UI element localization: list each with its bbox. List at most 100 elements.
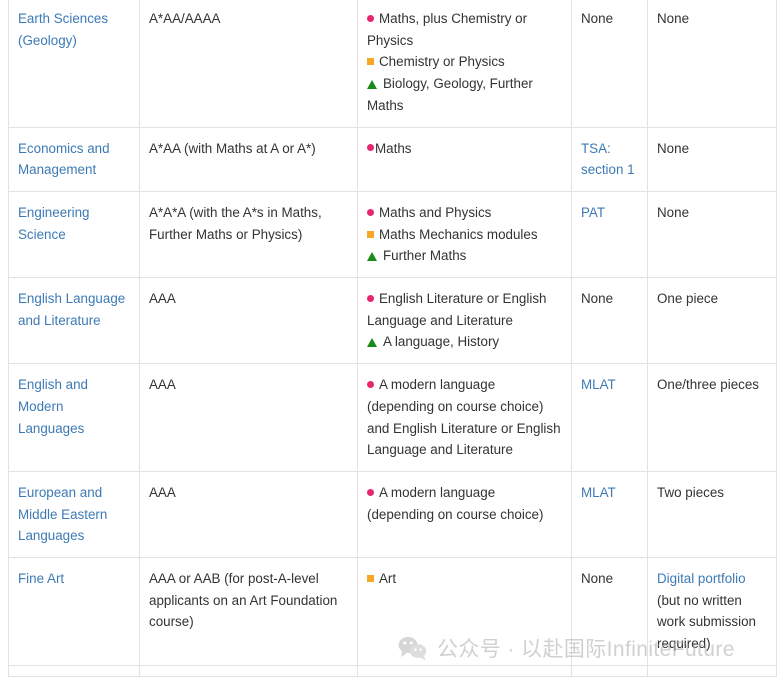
marker-triangle-icon: [367, 80, 377, 90]
subject-requirement-label: Biology, Geology, Further Maths: [367, 76, 533, 113]
cell-written-work: Two pieces: [647, 470, 777, 559]
subject-requirement-label: A modern language (depending on course c…: [367, 484, 544, 522]
cell-written-work: One/three pieces: [647, 363, 777, 472]
subject-requirement-line: A modern language (depending on course c…: [367, 482, 561, 525]
course-link[interactable]: English Language and Literature: [18, 291, 125, 328]
cell-subject-requirements: Maths: [357, 126, 572, 192]
subject-requirement-label: Further Maths: [383, 248, 467, 264]
cell-written-work: One piece: [647, 277, 777, 365]
table-row: English and Modern Languages AAA A modern …: [8, 363, 777, 472]
subject-requirement-line: English Literature or English Language a…: [367, 288, 561, 331]
subject-requirement-line: Maths: [367, 138, 561, 160]
subject-requirement-line: Maths, plus Chemistry or Physics: [367, 8, 561, 51]
course-link[interactable]: Economics and Management: [18, 141, 110, 178]
cell-admissions-test: MLAT: [571, 363, 648, 472]
marker-triangle-icon: [367, 338, 377, 348]
written-work-note: (but no written work submission required…: [657, 592, 756, 652]
cell-subject: [357, 664, 572, 677]
cell-written-work: None: [647, 0, 777, 128]
cell-grades: AAA: [139, 277, 358, 365]
subject-requirement-line: Art: [367, 568, 561, 590]
cell-course: Engineering Science: [8, 190, 140, 279]
course-link[interactable]: Earth Sciences (Geology): [18, 11, 108, 48]
cell-grades: A*AA/AAAA: [139, 0, 358, 128]
table-row-partial-bottom: [8, 664, 777, 677]
cell-course: English Language and Literature: [8, 277, 140, 365]
admissions-test-value: None: [581, 11, 614, 26]
subject-requirement-label: A modern language (depending on course c…: [367, 377, 561, 458]
subject-requirement-line: Maths Mechanics modules: [367, 224, 561, 246]
table-row: Economics and Management A*AA (with Maths…: [8, 126, 777, 192]
subject-requirement-label: Art: [379, 571, 397, 587]
cell-subject-requirements: A modern language (depending on course c…: [357, 470, 572, 559]
cell-grades: AAA: [139, 470, 358, 559]
cell-admissions-test: None: [571, 277, 648, 365]
table-row: English Language and Literature AAA Englis…: [8, 277, 777, 365]
subject-requirement-line: Chemistry or Physics: [367, 51, 561, 73]
written-work-link[interactable]: Digital portfolio: [657, 571, 746, 586]
table-body: Earth Sciences (Geology) A*AA/AAAA Maths, …: [8, 0, 777, 677]
cell-subject-requirements: Art: [357, 557, 572, 666]
cell-admissions-test: TSA: section 1: [571, 126, 648, 192]
written-work-value: Two pieces: [657, 484, 724, 500]
course-link[interactable]: English and Modern Languages: [18, 377, 88, 435]
subject-requirement-label: Chemistry or Physics: [379, 54, 505, 70]
admissions-test-link[interactable]: TSA: section 1: [581, 141, 635, 178]
cell-grades: AAA: [139, 363, 358, 472]
subject-requirement-label: Maths and Physics: [379, 204, 492, 220]
subject-requirement-line: A language, History: [367, 331, 561, 353]
table-row: Fine Art AAA or AAB (for post-A-level app…: [8, 557, 777, 666]
written-work-value: One piece: [657, 291, 719, 307]
page-root: Earth Sciences (Geology) A*AA/AAAA Maths, …: [0, 0, 784, 682]
cell-work: [647, 664, 777, 677]
cell-admissions-test: MLAT: [571, 470, 648, 559]
subject-requirement-label: Maths: [375, 140, 412, 156]
cell-course: [8, 664, 140, 677]
course-link[interactable]: Fine Art: [18, 571, 64, 586]
marker-circle-icon: [367, 488, 374, 496]
subject-requirement-line: Biology, Geology, Further Maths: [367, 73, 561, 116]
cell-course: English and Modern Languages: [8, 363, 140, 472]
subject-requirement-line: Further Maths: [367, 245, 561, 267]
marker-circle-icon: [367, 144, 374, 152]
admissions-test-value: None: [581, 571, 614, 587]
admissions-test-link[interactable]: MLAT: [581, 377, 616, 392]
written-work-value: One/three pieces: [657, 377, 759, 393]
cell-subject-requirements: Maths, plus Chemistry or Physics Chemistr…: [357, 0, 572, 128]
cell-written-work: None: [647, 126, 777, 192]
marker-square-icon: [367, 575, 374, 583]
subject-requirement-label: English Literature or English Language a…: [367, 291, 547, 328]
marker-circle-icon: [367, 294, 374, 302]
subject-requirement-label: A language, History: [383, 334, 500, 350]
cell-admissions-test: None: [571, 0, 648, 128]
admissions-test-link[interactable]: MLAT: [581, 485, 616, 500]
marker-circle-icon: [367, 381, 374, 389]
cell-grades: AAA or AAB (for post-A-level applicants …: [139, 557, 358, 666]
written-work-value: None: [657, 11, 690, 26]
marker-circle-icon: [367, 208, 374, 216]
written-work-value: None: [657, 204, 690, 220]
cell-course: Earth Sciences (Geology): [8, 0, 140, 128]
marker-square-icon: [367, 58, 374, 66]
cell-course: Fine Art: [8, 557, 140, 666]
cell-subject-requirements: A modern language (depending on course c…: [357, 363, 572, 472]
cell-test: [571, 664, 648, 677]
course-link[interactable]: Engineering Science: [18, 205, 89, 242]
cell-grades: A*A*A (with the A*s in Maths, Further Ma…: [139, 190, 358, 279]
subject-requirement-line: Maths and Physics: [367, 202, 561, 224]
table-row: Engineering Science A*A*A (with the A*s i…: [8, 190, 777, 279]
admissions-test-link[interactable]: PAT: [581, 205, 605, 220]
cell-admissions-test: PAT: [571, 190, 648, 279]
table-row: Earth Sciences (Geology) A*AA/AAAA Maths, …: [8, 0, 777, 128]
marker-square-icon: [367, 230, 374, 238]
cell-subject-requirements: Maths and Physics Maths Mechanics modules…: [357, 190, 572, 279]
subject-requirement-label: Maths, plus Chemistry or Physics: [367, 11, 528, 48]
cell-grades: A*AA (with Maths at A or A*): [139, 126, 358, 192]
marker-circle-icon: [367, 14, 374, 22]
admissions-test-value: None: [581, 291, 614, 307]
subject-requirement-label: Maths Mechanics modules: [379, 226, 538, 242]
course-link[interactable]: European and Middle Eastern Languages: [18, 485, 107, 543]
subject-requirement-line: A modern language (depending on course c…: [367, 374, 561, 461]
cell-subject-requirements: English Literature or English Language a…: [357, 277, 572, 365]
cell-written-work: None: [647, 190, 777, 279]
